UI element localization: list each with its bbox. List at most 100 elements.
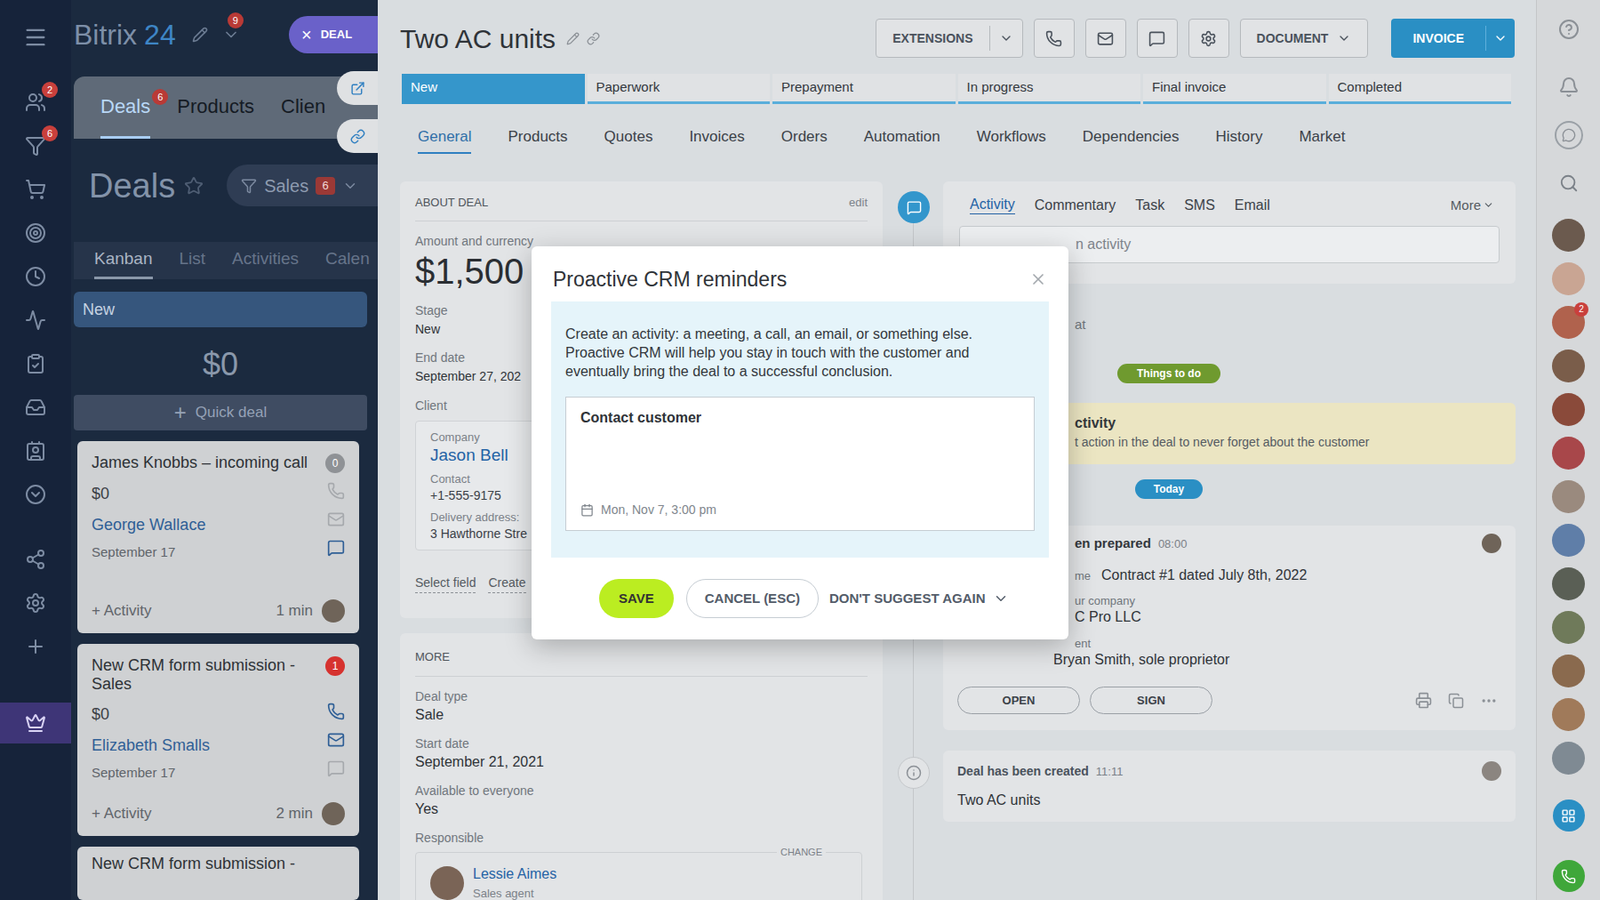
deal-tab[interactable]: Automation [864, 121, 941, 154]
printer-icon[interactable] [1415, 691, 1432, 709]
copy-icon[interactable] [1448, 692, 1464, 709]
stage[interactable]: Paperwork [587, 73, 771, 104]
deal-tab[interactable]: Products [507, 121, 568, 154]
phone-button[interactable] [1552, 859, 1585, 892]
user-avatar[interactable] [1552, 697, 1585, 731]
activity-textarea[interactable]: Contact customerMon, Nov 7, 3:00 pm [565, 396, 1035, 531]
user-avatar[interactable] [1552, 262, 1585, 296]
view-tab[interactable]: Calen [325, 241, 370, 280]
deal-tab[interactable]: Market [1298, 121, 1345, 154]
chat-button[interactable] [1554, 120, 1584, 150]
card-client[interactable]: George Wallace [91, 512, 206, 537]
sidebar-item[interactable] [24, 352, 48, 375]
quick-deal-button[interactable]: +Quick deal [73, 394, 368, 431]
document-button[interactable]: SIGN [1089, 686, 1213, 714]
more-icon[interactable] [1480, 691, 1498, 710]
extensions-button[interactable]: EXTENSIONS [875, 18, 1023, 58]
user-avatar[interactable] [1552, 741, 1585, 775]
crm-tab[interactable]: Products [176, 76, 255, 139]
more-menu[interactable]: More [1450, 196, 1495, 215]
user-avatar[interactable] [1552, 392, 1585, 426]
user-avatar[interactable] [1552, 654, 1585, 688]
phone-icon[interactable] [327, 702, 345, 720]
pencil-icon[interactable] [192, 26, 208, 43]
open-in-tab-button[interactable] [336, 71, 378, 105]
document-button[interactable]: DOCUMENT [1240, 18, 1369, 58]
document-button[interactable]: OPEN [957, 686, 1080, 714]
toolbar-icon-button[interactable] [1188, 18, 1230, 58]
field-action-link[interactable]: Create [488, 573, 526, 593]
copy-link-button[interactable] [336, 119, 378, 153]
crm-tab[interactable]: Deals6 [100, 76, 151, 139]
user-avatar[interactable] [1552, 567, 1585, 600]
user-avatar[interactable] [1552, 349, 1585, 383]
stage[interactable]: Prepayment [772, 73, 956, 104]
toolbar-icon-button[interactable] [1033, 18, 1075, 58]
deal-tab[interactable]: Invoices [688, 121, 744, 154]
chat-icon[interactable] [327, 538, 345, 557]
stage[interactable]: Completed [1328, 73, 1512, 104]
doc-name[interactable]: Contract #1 dated July 8th, 2022 [1101, 564, 1307, 586]
sidebar-item[interactable]: 6 [24, 135, 48, 157]
view-tab[interactable]: List [179, 241, 207, 280]
field-action-link[interactable]: Select field [415, 573, 476, 593]
responsible-name[interactable]: Lessie Aimes [472, 863, 557, 885]
sidebar-item[interactable] [24, 396, 48, 418]
sidebar-item[interactable] [24, 309, 48, 331]
upgrade-bar[interactable] [0, 702, 72, 744]
sidebar-item[interactable] [24, 265, 48, 288]
add-activity[interactable]: + Activity [91, 801, 152, 825]
view-tab[interactable]: Activities [232, 241, 299, 280]
mail-icon[interactable] [327, 730, 345, 749]
deal-card[interactable]: New CRM form submission - Sales1$0Elizab… [77, 643, 360, 836]
deal-tab[interactable]: Dependencies [1082, 121, 1180, 154]
deal-chip[interactable]: ×DEAL [288, 16, 378, 54]
sidebar-item[interactable] [24, 483, 48, 505]
stage[interactable]: New [401, 73, 585, 104]
invoice-button[interactable]: INVOICE [1391, 18, 1515, 58]
field-value[interactable]: Sale [415, 705, 868, 724]
pencil-icon[interactable] [566, 32, 580, 46]
phone-icon[interactable] [327, 481, 345, 500]
mail-icon[interactable] [327, 510, 345, 528]
field-value[interactable]: September 21, 2021 [415, 752, 868, 771]
sidebar-item[interactable] [24, 592, 48, 614]
deal-tab[interactable]: History [1216, 121, 1264, 154]
user-avatar[interactable] [1552, 436, 1585, 470]
change-link[interactable]: CHANGE [776, 845, 826, 858]
user-avatar[interactable] [1552, 610, 1585, 644]
deal-card[interactable]: James Knobbs – incoming call0$0George Wa… [77, 440, 360, 633]
sidebar-item[interactable] [24, 635, 48, 657]
stage[interactable]: Final invoice [1143, 73, 1327, 104]
card-client[interactable]: Elizabeth Smalls [91, 733, 210, 758]
notifications[interactable]: 9 [222, 25, 240, 44]
sidebar-item[interactable] [24, 222, 48, 244]
sidebar-item[interactable]: 2 [24, 91, 48, 113]
user-avatar[interactable] [1552, 480, 1585, 513]
close-icon[interactable] [1029, 270, 1048, 288]
search-icon[interactable] [1559, 173, 1579, 193]
user-avatar[interactable] [1552, 523, 1585, 557]
help-icon[interactable] [1558, 18, 1580, 40]
crm-tab[interactable]: Clien [280, 76, 326, 139]
stream-tab[interactable]: Commentary [1034, 196, 1117, 215]
deal-card[interactable]: New CRM form submission - [77, 846, 360, 900]
sidebar-item[interactable] [24, 178, 48, 200]
apps-button[interactable] [1552, 799, 1585, 832]
deal-tab[interactable]: Quotes [604, 121, 654, 154]
sidebar-item[interactable] [24, 548, 48, 570]
deal-tab[interactable]: Workflows [976, 121, 1047, 154]
view-tab[interactable]: Kanban [94, 241, 153, 280]
field-value[interactable]: Yes [415, 800, 868, 818]
star-icon[interactable] [184, 176, 204, 196]
sidebar-item[interactable] [24, 440, 48, 462]
logo[interactable]: Bitrix24 [73, 16, 176, 53]
cancel-button[interactable]: CANCEL (ESC) [686, 578, 819, 618]
menu-icon[interactable] [23, 24, 48, 50]
filter-pill[interactable]: Sales6 [226, 164, 378, 207]
stage[interactable]: In progress [958, 73, 1142, 104]
chat-icon[interactable] [327, 759, 345, 777]
activity-date[interactable]: Mon, Nov 7, 3:00 pm [580, 500, 1020, 520]
deal-tab[interactable]: Orders [781, 121, 828, 154]
toolbar-icon-button[interactable] [1085, 18, 1127, 58]
